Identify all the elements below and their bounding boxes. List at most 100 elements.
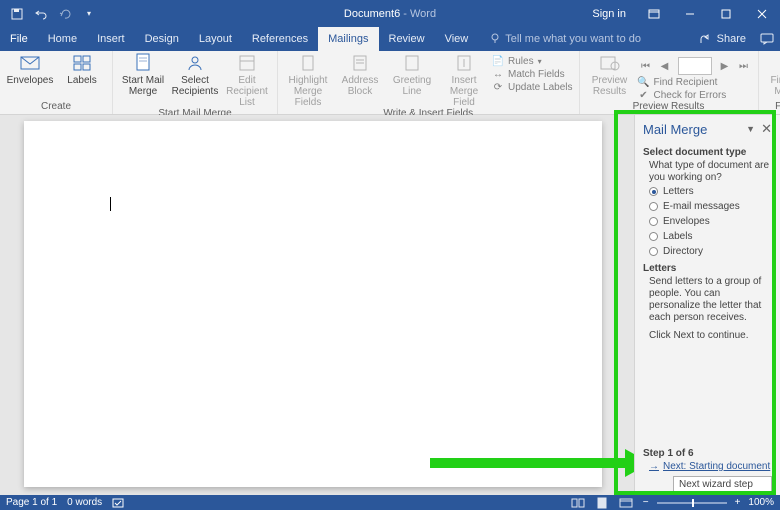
group-create-label: Create [6, 101, 106, 114]
highlight-icon [297, 53, 319, 73]
qat-customize-icon[interactable]: ▾ [82, 7, 96, 21]
option-email[interactable]: E-mail messages [649, 201, 772, 212]
tab-home[interactable]: Home [38, 27, 87, 51]
step-label: Step 1 of 6 [643, 448, 772, 459]
zoom-level[interactable]: 100% [748, 497, 774, 508]
envelopes-button[interactable]: Envelopes [6, 53, 54, 86]
select-recipients-button[interactable]: Select Recipients [171, 53, 219, 97]
document-area[interactable] [0, 115, 634, 495]
maximize-icon[interactable] [708, 0, 744, 27]
last-record-icon[interactable]: ⏭ [736, 58, 752, 74]
status-words[interactable]: 0 words [67, 497, 102, 508]
check-errors-button[interactable]: ✔Check for Errors [638, 89, 752, 101]
next-record-icon[interactable]: ▶ [717, 58, 733, 74]
zoom-in-icon[interactable]: + [733, 497, 743, 508]
greeting-line-button[interactable]: Greeting Line [388, 53, 436, 97]
option-envelopes[interactable]: Envelopes [649, 216, 772, 227]
pane-title: Mail Merge [643, 122, 707, 137]
edit-list-icon [236, 53, 258, 73]
title-bar: ▾ Document6 - Word Sign in [0, 0, 780, 27]
next-step-link[interactable]: → Next: Starting document [649, 461, 770, 472]
tell-me-search[interactable]: Tell me what you want to do [478, 27, 641, 51]
radio-icon [649, 217, 658, 226]
comments-icon[interactable] [754, 27, 780, 51]
group-create: Envelopes Labels Create [0, 51, 113, 114]
write-insert-stack: 📄Rules▾ ↔Match Fields ⟳Update Labels [492, 53, 573, 93]
tab-layout[interactable]: Layout [189, 27, 242, 51]
address-block-button[interactable]: Address Block [336, 53, 384, 97]
people-icon [184, 53, 206, 73]
first-record-icon[interactable]: ⏮ [638, 58, 654, 74]
update-icon: ⟳ [492, 81, 504, 93]
start-mail-merge-button[interactable]: Start Mail Merge [119, 53, 167, 97]
letters-description: Send letters to a group of people. You c… [643, 276, 772, 324]
quick-access-toolbar: ▾ [0, 7, 96, 21]
match-icon: ↔ [492, 68, 504, 80]
tab-view[interactable]: View [435, 27, 479, 51]
tab-mailings[interactable]: Mailings [318, 27, 378, 51]
window-title: Document6 - Word [344, 8, 436, 20]
redo-icon[interactable] [58, 7, 72, 21]
next-step-tooltip: Next wizard step [673, 476, 772, 493]
mail-merge-pane: Mail Merge ▼ ✕ Select document type What… [634, 115, 780, 495]
update-labels-button[interactable]: ⟳Update Labels [492, 81, 573, 93]
find-icon: 🔍 [638, 76, 650, 88]
labels-icon [71, 53, 93, 73]
status-page[interactable]: Page 1 of 1 [6, 497, 57, 508]
insert-field-icon [453, 53, 475, 73]
tab-design[interactable]: Design [135, 27, 189, 51]
arrow-right-icon: → [649, 461, 659, 472]
save-icon[interactable] [10, 7, 24, 21]
tell-me-placeholder: Tell me what you want to do [505, 33, 641, 45]
insert-merge-field-button[interactable]: Insert Merge Field [440, 53, 488, 108]
document-icon [132, 53, 154, 73]
tab-review[interactable]: Review [379, 27, 435, 51]
group-preview: Preview Results ⏮ ◀ ▶ ⏭ 🔍Find Recipient … [580, 51, 759, 114]
record-nav: ⏮ ◀ ▶ ⏭ [638, 55, 752, 75]
sign-in-link[interactable]: Sign in [582, 8, 636, 20]
highlight-merge-fields-button[interactable]: Highlight Merge Fields [284, 53, 332, 108]
share-label: Share [717, 33, 746, 45]
radio-icon [649, 232, 658, 241]
zoom-slider[interactable] [657, 502, 727, 504]
tab-file[interactable]: File [0, 27, 38, 51]
labels-button[interactable]: Labels [58, 53, 106, 86]
workspace: Mail Merge ▼ ✕ Select document type What… [0, 115, 780, 495]
tab-references[interactable]: References [242, 27, 318, 51]
prev-record-icon[interactable]: ◀ [657, 58, 673, 74]
find-recipient-button[interactable]: 🔍Find Recipient [638, 76, 752, 88]
ribbon-display-options-icon[interactable] [636, 0, 672, 27]
option-directory[interactable]: Directory [649, 246, 772, 257]
zoom-out-icon[interactable]: − [641, 497, 651, 508]
finish-merge-button[interactable]: Finish & Merge [765, 53, 780, 97]
section-letters-title: Letters [643, 263, 772, 274]
read-mode-icon[interactable] [569, 496, 587, 510]
text-cursor [110, 197, 111, 211]
address-icon [349, 53, 371, 73]
check-icon: ✔ [638, 89, 650, 101]
share-button[interactable]: Share [692, 27, 754, 51]
close-icon[interactable] [744, 0, 780, 27]
ribbon-tabs: File Home Insert Design Layout Reference… [0, 27, 780, 51]
match-fields-button[interactable]: ↔Match Fields [492, 68, 573, 80]
preview-results-button[interactable]: Preview Results [586, 53, 634, 97]
app-name: Word [410, 8, 436, 20]
minimize-icon[interactable] [672, 0, 708, 27]
web-layout-icon[interactable] [617, 496, 635, 510]
option-letters[interactable]: Letters [649, 186, 772, 197]
tab-insert[interactable]: Insert [87, 27, 135, 51]
share-icon [700, 34, 712, 44]
pane-footer: Step 1 of 6 → Next: Starting document Ne… [643, 444, 772, 493]
print-layout-icon[interactable] [593, 496, 611, 510]
undo-icon[interactable] [34, 7, 48, 21]
status-proofing-icon[interactable] [112, 497, 126, 509]
pane-options-icon[interactable]: ▼ [746, 124, 755, 134]
page[interactable] [24, 121, 602, 487]
pane-close-icon[interactable]: ✕ [755, 121, 772, 137]
group-preview-label: Preview Results [586, 101, 752, 114]
rules-button[interactable]: 📄Rules▾ [492, 55, 573, 67]
group-write-insert: Highlight Merge Fields Address Block Gre… [278, 51, 580, 114]
option-labels[interactable]: Labels [649, 231, 772, 242]
edit-recipient-list-button[interactable]: Edit Recipient List [223, 53, 271, 108]
record-number-field[interactable] [678, 57, 712, 75]
